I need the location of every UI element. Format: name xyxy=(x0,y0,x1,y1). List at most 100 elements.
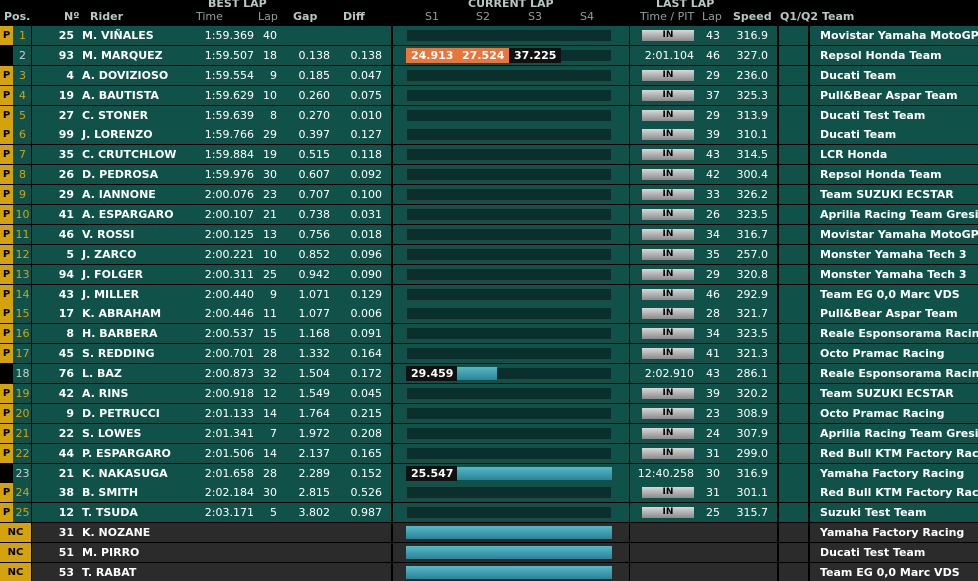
rider-name[interactable]: D. PETRUCCI xyxy=(82,404,202,423)
table-row[interactable]: 2 93 M. MARQUEZ 1:59.507 18 0.138 0.138 24.913 2… xyxy=(0,45,978,66)
table-row[interactable]: P 4 19 A. BAUTISTA 1:59.629 10 0.260 0.075 IN 37 3… xyxy=(0,85,978,106)
table-row[interactable]: NC 53 T. RABAT Team EG 0,0 Marc VDS xyxy=(0,563,978,581)
rider-name[interactable]: T. RABAT xyxy=(82,563,202,581)
diff-value: 0.092 xyxy=(350,168,383,182)
rider-name[interactable]: V. ROSSI xyxy=(82,225,202,244)
pit-badge: NC xyxy=(0,563,31,581)
table-row[interactable]: 18 76 L. BAZ 2:00.873 32 1.504 0.172 29.459 2:02… xyxy=(0,364,978,384)
best-lap-time: 2:01.658 xyxy=(204,466,254,480)
table-row[interactable]: P 13 94 J. FOLGER 2:00.311 25 0.942 0.090 IN 29 32… xyxy=(0,264,978,285)
rider-name[interactable]: A. DOVIZIOSO xyxy=(82,66,202,85)
diff-value: 0.129 xyxy=(350,287,383,301)
col-time-header[interactable]: Time xyxy=(196,10,223,23)
rider-name[interactable]: K. ABRAHAM xyxy=(82,304,202,323)
table-row[interactable]: P 8 26 D. PEDROSA 1:59.976 30 0.607 0.092 IN 42 30… xyxy=(0,165,978,185)
table-row[interactable]: P 15 17 K. ABRAHAM 2:00.446 11 1.077 0.006 IN 28 3… xyxy=(0,304,978,324)
col-q-header[interactable]: Q1/Q2 xyxy=(780,10,818,23)
rider-name[interactable]: K. NOZANE xyxy=(82,523,202,542)
speed-value: 320.2 xyxy=(736,387,769,401)
table-row[interactable]: P 1 25 M. VIÑALES 1:59.369 40 IN 43 316.9 Movista… xyxy=(0,26,978,46)
table-row[interactable]: P 21 22 S. LOWES 2:01.341 7 1.972 0.208 IN 24 307.… xyxy=(0,423,978,444)
rider-name[interactable]: L. BAZ xyxy=(82,364,202,383)
rider-name[interactable]: A. ESPARGARO xyxy=(82,205,202,224)
header-columns: Pos. Nº Rider Time Lap Gap Diff S1 S2 S3… xyxy=(0,10,978,24)
rider-name[interactable]: J. ZARCO xyxy=(82,245,202,264)
table-row[interactable]: P 17 45 S. REDDING 2:00.701 28 1.332 0.164 IN 41 3… xyxy=(0,344,978,364)
rider-name[interactable]: P. ESPARGARO xyxy=(82,444,202,463)
rider-name[interactable]: C. CRUTCHLOW xyxy=(82,145,202,164)
sector-1-time: 25.547 xyxy=(406,465,457,481)
col-speed-header[interactable]: Speed xyxy=(733,10,772,23)
position: 16 xyxy=(15,327,30,341)
rider-name[interactable]: S. LOWES xyxy=(82,424,202,443)
col-gap-header[interactable]: Gap xyxy=(293,10,317,23)
table-row[interactable]: P 14 43 J. MILLER 2:00.440 9 1.071 0.129 IN 46 292… xyxy=(0,284,978,305)
team-name: Movistar Yamaha MotoGP xyxy=(820,29,978,42)
table-row[interactable]: P 7 35 C. CRUTCHLOW 1:59.884 19 0.515 0.118 IN 43… xyxy=(0,145,978,165)
speed-value: 315.7 xyxy=(736,506,769,520)
rider-name[interactable]: M. VIÑALES xyxy=(82,26,202,45)
col-time-pit-header[interactable]: Time / PIT xyxy=(640,10,694,23)
col-s3-header[interactable]: S3 xyxy=(528,10,542,23)
table-row[interactable]: P 24 38 B. SMITH 2:02.184 30 2.815 0.526 IN 31 301… xyxy=(0,483,978,503)
col-rider-header[interactable]: Rider xyxy=(90,10,123,23)
table-row[interactable]: P 6 99 J. LORENZO 1:59.766 29 0.397 0.127 IN 39 31… xyxy=(0,125,978,145)
table-row[interactable]: P 5 27 C. STONER 1:59.639 8 0.270 0.010 IN 29 313.… xyxy=(0,105,978,126)
col-s4-header[interactable]: S4 xyxy=(580,10,594,23)
col-pos-header[interactable]: Pos. xyxy=(4,10,30,23)
rider-name[interactable]: J. LORENZO xyxy=(82,125,202,144)
last-lap-number: 25 xyxy=(706,506,720,520)
pit-badge xyxy=(0,364,13,384)
col-num-header[interactable]: Nº xyxy=(64,10,79,23)
col-last-lap-header[interactable]: Lap xyxy=(702,10,722,23)
table-row[interactable]: NC 51 M. PIRRO Ducati Test Team xyxy=(0,543,978,563)
table-row[interactable]: P 20 9 D. PETRUCCI 2:01.133 14 1.764 0.215 IN 23 3… xyxy=(0,403,978,424)
best-lap-time: 2:00.873 xyxy=(204,367,254,381)
col-diff-header[interactable]: Diff xyxy=(343,10,365,23)
pit-badge: P xyxy=(0,344,13,364)
table-row[interactable]: P 25 12 T. TSUDA 2:03.171 5 3.802 0.987 IN 25 315.… xyxy=(0,503,978,523)
col-s1-header[interactable]: S1 xyxy=(425,10,439,23)
rider-name[interactable]: B. SMITH xyxy=(82,483,202,502)
rider-name[interactable]: T. TSUDA xyxy=(82,503,202,522)
row-cell-bg xyxy=(779,125,808,145)
rider-number: 93 xyxy=(58,48,74,62)
gap-value: 2.137 xyxy=(298,446,331,460)
rider-name[interactable]: S. REDDING xyxy=(82,344,202,363)
table-row[interactable]: P 10 41 A. ESPARGARO 2:00.107 21 0.738 0.031 IN 2… xyxy=(0,205,978,225)
rider-number: 22 xyxy=(58,426,74,440)
rider-name[interactable]: J. MILLER xyxy=(82,285,202,304)
rider-name[interactable]: A. IANNONE xyxy=(82,185,202,204)
col-lap-header[interactable]: Lap xyxy=(258,10,278,23)
table-row[interactable]: P 19 42 A. RINS 2:00.918 12 1.549 0.045 IN 39 320.… xyxy=(0,384,978,404)
rider-name[interactable]: M. MARQUEZ xyxy=(82,46,202,65)
table-row[interactable]: P 11 46 V. ROSSI 2:00.125 13 0.756 0.018 IN 34 316… xyxy=(0,224,978,245)
table-row[interactable]: P 12 5 J. ZARCO 2:00.221 10 0.852 0.096 IN 35 257.… xyxy=(0,244,978,265)
rider-name[interactable]: D. PEDROSA xyxy=(82,165,202,184)
diff-value: 0.152 xyxy=(350,466,383,480)
last-lap-number xyxy=(700,523,720,542)
gap-value: 0.270 xyxy=(298,108,331,122)
gap-value: 3.802 xyxy=(298,506,331,520)
position: 9 xyxy=(19,188,26,202)
rider-name[interactable]: A. BAUTISTA xyxy=(82,86,202,105)
position: 17 xyxy=(15,347,30,361)
rider-name[interactable]: M. PIRRO xyxy=(82,543,202,562)
rider-name[interactable]: K. NAKASUGA xyxy=(82,464,202,483)
table-row[interactable]: P 3 4 A. DOVIZIOSO 1:59.554 9 0.185 0.047 IN 29 23… xyxy=(0,65,978,86)
table-row[interactable]: P 9 29 A. IANNONE 2:00.076 23 0.707 0.100 IN 33 32… xyxy=(0,185,978,205)
table-row[interactable]: P 16 8 H. BARBERA 2:00.537 15 1.168 0.091 IN 34 32… xyxy=(0,324,978,344)
table-row[interactable]: 23 21 K. NAKASUGA 2:01.658 28 2.289 0.152 25.54… xyxy=(0,463,978,484)
col-team-header[interactable]: Team xyxy=(822,10,854,23)
rider-name[interactable]: J. FOLGER xyxy=(82,265,202,284)
speed-value: 286.1 xyxy=(736,367,769,381)
rider-name[interactable]: C. STONER xyxy=(82,106,202,125)
table-row[interactable]: NC 31 K. NOZANE Yamaha Factory Racing xyxy=(0,523,978,543)
diff-value: 0.047 xyxy=(350,68,383,82)
row-cell-bg xyxy=(779,145,808,165)
rider-name[interactable]: A. RINS xyxy=(82,384,202,403)
table-row[interactable]: P 22 44 P. ESPARGARO 2:01.506 14 2.137 0.165 IN 3… xyxy=(0,443,978,464)
pit-in-indicator: IN xyxy=(642,268,694,280)
col-s2-header[interactable]: S2 xyxy=(476,10,490,23)
rider-name[interactable]: H. BARBERA xyxy=(82,324,202,343)
